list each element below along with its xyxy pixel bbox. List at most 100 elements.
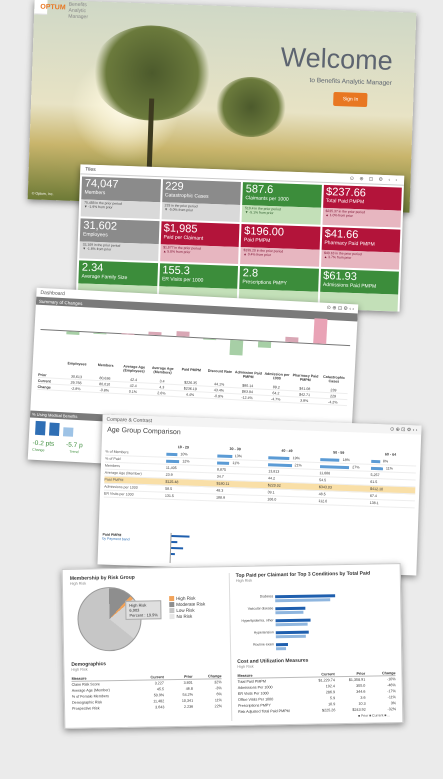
- change-bar: [229, 339, 244, 356]
- cell-value: 5,257: [370, 472, 380, 478]
- cell-value: 3.9%: [300, 398, 309, 403]
- head-cell: Change: [207, 673, 222, 678]
- tile-detail: 519.4 in the prior period ▼ -5.1% from pr…: [241, 204, 321, 225]
- age-column-header: 50 - 59: [333, 450, 345, 455]
- cell-value: $226.35: [184, 380, 198, 385]
- legend-label: No Risk: [176, 613, 193, 619]
- pct-value: 13%: [234, 454, 243, 459]
- kpi-tile[interactable]: 74,047 Members 75,488 in the prior period ▼…: [80, 176, 161, 220]
- cell-value: $180.11: [216, 481, 230, 486]
- mini-bar: [171, 534, 190, 538]
- table-cell: 286.9: [325, 690, 336, 695]
- cell-value: 44.1%: [213, 381, 225, 387]
- tile-prior-text: [81, 284, 153, 287]
- category-label: Employees: [67, 361, 87, 367]
- tile-label: Members: [84, 189, 106, 197]
- tile-header: 74,047 Members: [81, 176, 161, 202]
- tile-header: 2.8 Prescriptions PMPY: [239, 266, 319, 292]
- table-cell: $225.26: [321, 708, 336, 713]
- change-bar: [257, 341, 271, 348]
- sign-in-button[interactable]: Sign In: [333, 91, 368, 108]
- tile-prior-text: [242, 290, 314, 293]
- bar-cell: 10%: [160, 452, 211, 458]
- kpi-tile[interactable]: $196.00 Paid PMPM $195.20 in the prior per…: [240, 224, 320, 267]
- cell-value: 0.1%: [128, 389, 138, 394]
- mini-bar: [35, 420, 46, 436]
- condition-bar-prior: [275, 598, 331, 603]
- cell-value: 64.2: [272, 390, 280, 396]
- demographics-subtitle: High Risk: [71, 667, 88, 672]
- toolbar-icons[interactable]: ⊙ ⊕ ⊡ ⚙ ‹ ›: [350, 175, 400, 183]
- change-bar: [203, 338, 217, 341]
- table-cell: -32%: [387, 707, 397, 712]
- dashboard-toolbar-icons[interactable]: ⊙ ⊕ ⊡ ⚙ ‹ ›: [327, 304, 355, 311]
- table-cell: 3%: [390, 701, 397, 706]
- cell-value: 138.1: [369, 500, 379, 506]
- tile-prior-text: [323, 292, 395, 295]
- tile-change-text: [162, 287, 234, 290]
- cell-value: 229: [330, 393, 337, 399]
- welcome-header: OPTUM | Benefits Analytic Manager: [34, 0, 88, 20]
- legend-swatch: [169, 602, 175, 608]
- cell-value: -4.7%: [270, 396, 281, 402]
- tile-detail: $235.37 in the prior period ▲ 1.0% from p…: [322, 207, 402, 228]
- kpi-tile[interactable]: $237.66 Total Paid PMPM $235.37 in the pri…: [322, 184, 402, 228]
- category-label: Paid PMPM: [181, 367, 202, 373]
- table-cell: 3.643: [155, 705, 165, 710]
- tile-header: $41.66 Pharmacy Paid PMPM: [321, 226, 401, 253]
- cell-value: 30,613: [70, 374, 83, 379]
- change-bar: [312, 318, 328, 344]
- legend-label: Low Risk: [176, 607, 195, 613]
- cell-value: 39.1: [267, 490, 275, 495]
- risk-legend: High Risk Moderate Risk Low Risk No Risk: [169, 595, 205, 620]
- bar-cell: 21%: [262, 462, 313, 468]
- tile-change-text: [323, 292, 395, 295]
- compare-title: Compare & Contrast: [106, 416, 153, 424]
- pct-bar: [370, 466, 383, 470]
- tile-header: 31,602 Employees: [79, 218, 160, 244]
- condition-label: Vascular disease: [247, 606, 274, 611]
- table-cell: 355.0: [356, 683, 366, 688]
- condition-bar-prior: [275, 610, 304, 615]
- cell-value: $41.08: [299, 386, 311, 391]
- tile-change-text: [242, 290, 314, 293]
- cell-value: 34.7: [216, 474, 224, 479]
- pct-value: 10%: [180, 452, 188, 457]
- category-label: Catastrophic Cases: [323, 374, 346, 384]
- table-cell: -17%: [387, 689, 396, 694]
- kpi-tile[interactable]: $41.66 Pharmacy Paid PMPM $40.18 in the pr…: [320, 226, 401, 270]
- pct-bar: [217, 461, 230, 465]
- compare-toolbar-icons[interactable]: ⊙ ⊕ ⊡ ⚙ ‹ ›: [390, 426, 418, 433]
- table-cell: 5.9: [329, 696, 336, 701]
- table-cell: -46%: [387, 683, 396, 688]
- table-cell: 10.3: [358, 701, 366, 706]
- legend-swatch: [169, 608, 175, 614]
- head-spacer: [106, 445, 158, 447]
- paid-pmpm-mini: Paid PMPM by Payment band: [102, 533, 142, 542]
- kpi-tile[interactable]: 587.6 Claimants per 1000 519.4 in the prio…: [241, 182, 322, 225]
- sub-panel-header[interactable]: % Using Medical Benefits: [29, 410, 110, 422]
- tile-label: Admissions Paid PMPM: [322, 281, 377, 290]
- table-cell: 50.9%: [153, 693, 165, 698]
- cell-value: 58.5: [165, 486, 173, 491]
- table-cell: 3.801: [183, 680, 193, 685]
- cell-value: 188.9: [216, 495, 226, 500]
- change-bar: [93, 332, 107, 335]
- cell-value: 11,686: [319, 471, 331, 476]
- table-cell: $1,358.91: [348, 677, 366, 682]
- table-cell: 22%: [214, 704, 223, 709]
- table-cell: -11%: [387, 695, 396, 700]
- legend-item[interactable]: No Risk: [169, 613, 205, 620]
- row-label: ER Visits per 1000: [103, 491, 134, 497]
- tile-label: Catastrophic Cases: [164, 192, 209, 200]
- cell-value: 61.5: [370, 479, 378, 485]
- kpi-tile[interactable]: 31,602 Employees 32,109 in the prior perio…: [79, 218, 160, 262]
- tile-prior-text: [162, 287, 234, 290]
- kpi-tile[interactable]: 229 Catastrophic Cases 233 in the prior pe…: [161, 179, 241, 222]
- head-cell: Measure: [71, 676, 87, 681]
- kpi-tile[interactable]: $1,985 Paid per Claimant $1,877 in the pri…: [159, 221, 240, 264]
- head-cell: Prior: [184, 674, 193, 679]
- mini-subtitle: by Payment band: [102, 536, 130, 542]
- compare-contrast-panel: Compare & Contrast ⊙ ⊕ ⊡ ⚙ ‹ › Age Group…: [97, 414, 422, 576]
- change-bar: [66, 331, 80, 336]
